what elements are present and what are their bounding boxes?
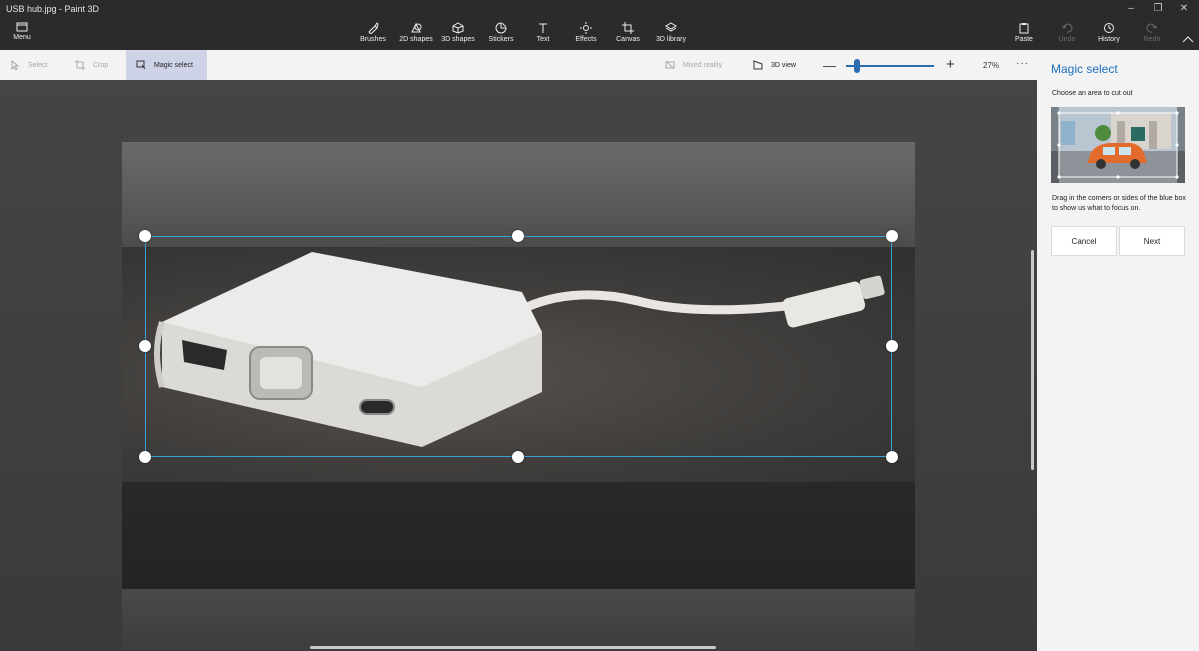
zoom-slider-thumb[interactable] — [853, 59, 860, 73]
stickers-icon — [495, 22, 507, 34]
more-options-button[interactable]: ··· — [1016, 58, 1029, 69]
paste-icon — [1019, 23, 1029, 34]
tab-label: 3D shapes — [441, 36, 475, 43]
mixed-reality-button[interactable]: Mixed reality — [665, 50, 722, 80]
3d-shapes-icon — [452, 22, 464, 34]
redo-button[interactable]: Redo — [1132, 22, 1172, 43]
zoom-in-button[interactable]: + — [946, 56, 955, 73]
canvas-reflection — [122, 589, 915, 651]
handle-bottom-right[interactable] — [886, 451, 898, 463]
panel-subtitle: Choose an area to cut out — [1052, 90, 1133, 97]
2d-shapes-icon — [411, 22, 422, 33]
handle-top-left[interactable] — [139, 230, 151, 242]
pointer-icon — [11, 60, 20, 70]
title-bar: USB hub.jpg - Paint 3D – ❐ ✕ Menu Brushe… — [0, 0, 1199, 50]
effects-icon — [580, 22, 592, 34]
window-title: USB hub.jpg - Paint 3D — [6, 4, 100, 14]
undo-icon — [1061, 23, 1073, 33]
tab-label: Text — [536, 36, 550, 43]
panel-help-text: Drag in the corners or sides of the blue… — [1052, 195, 1186, 212]
chevron-up-icon[interactable] — [1182, 30, 1194, 48]
crop-tool[interactable]: Crop — [75, 50, 108, 80]
cancel-button[interactable]: Cancel — [1051, 226, 1117, 256]
canvas-area[interactable] — [0, 80, 1037, 651]
text-icon — [539, 23, 547, 33]
paste-label: Paste — [1015, 36, 1033, 43]
crop-icon — [75, 60, 85, 70]
tab-label: Effects — [575, 36, 597, 43]
handle-middle-left[interactable] — [139, 340, 151, 352]
canvas-icon — [622, 22, 634, 34]
history-label: History — [1098, 36, 1120, 43]
next-button[interactable]: Next — [1119, 226, 1185, 256]
zoom-out-button[interactable]: — — [823, 58, 836, 73]
selection-box[interactable] — [145, 236, 892, 457]
restore-button[interactable]: ❐ — [1148, 3, 1168, 14]
handle-bottom-left[interactable] — [139, 451, 151, 463]
brush-icon — [368, 22, 379, 34]
paste-button[interactable]: Paste — [1004, 22, 1044, 43]
mixed-reality-label: Mixed reality — [683, 61, 723, 69]
tab-label: Canvas — [616, 36, 640, 43]
tab-canvas[interactable]: Canvas — [608, 22, 648, 43]
magic-select-tool[interactable]: Magic select — [126, 50, 207, 80]
select-label: Select — [28, 61, 48, 69]
3d-view-icon — [753, 60, 763, 70]
crop-label: Crop — [93, 61, 109, 69]
undo-label: Undo — [1058, 36, 1076, 43]
handle-top-center[interactable] — [512, 230, 524, 242]
horizontal-scrollbar[interactable] — [310, 646, 716, 649]
tab-3d-shapes[interactable]: 3D shapes — [438, 22, 478, 43]
vertical-scrollbar[interactable] — [1031, 250, 1034, 470]
minimize-button[interactable]: – — [1121, 3, 1141, 14]
zoom-level: 27% — [983, 61, 1000, 70]
magic-select-icon — [136, 60, 146, 70]
tab-brushes[interactable]: Brushes — [353, 22, 393, 43]
magic-select-panel: Magic select Choose an area to cut out D… — [1037, 50, 1199, 651]
close-button[interactable]: ✕ — [1174, 3, 1194, 14]
redo-label: Redo — [1143, 36, 1161, 43]
tab-3d-library[interactable]: 3D library — [651, 22, 691, 43]
tab-text[interactable]: Text — [523, 22, 563, 43]
select-tool[interactable]: Select — [10, 50, 47, 80]
tab-label: Stickers — [488, 36, 514, 43]
redo-icon — [1146, 23, 1158, 33]
handle-bottom-center[interactable] — [512, 451, 524, 463]
tab-stickers[interactable]: Stickers — [481, 22, 521, 43]
menu-icon — [16, 22, 28, 32]
tab-label: 3D library — [656, 36, 686, 43]
example-illustration — [1051, 107, 1185, 183]
tab-label: 2D shapes — [399, 36, 433, 43]
handle-middle-right[interactable] — [886, 340, 898, 352]
undo-button[interactable]: Undo — [1047, 22, 1087, 43]
mixed-reality-icon — [665, 60, 675, 70]
3d-view-label: 3D view — [771, 61, 796, 69]
tab-effects[interactable]: Effects — [566, 22, 606, 43]
tab-2d-shapes[interactable]: 2D shapes — [396, 22, 436, 43]
menu-label: Menu — [13, 34, 31, 41]
history-button[interactable]: History — [1089, 22, 1129, 43]
panel-title: Magic select — [1051, 62, 1118, 76]
handle-top-right[interactable] — [886, 230, 898, 242]
3d-library-icon — [665, 22, 677, 32]
history-icon — [1104, 23, 1114, 33]
3d-view-button[interactable]: 3D view — [753, 50, 796, 80]
tab-label: Brushes — [360, 36, 386, 43]
menu-button[interactable]: Menu — [8, 22, 36, 41]
magic-select-label: Magic select — [154, 61, 193, 69]
